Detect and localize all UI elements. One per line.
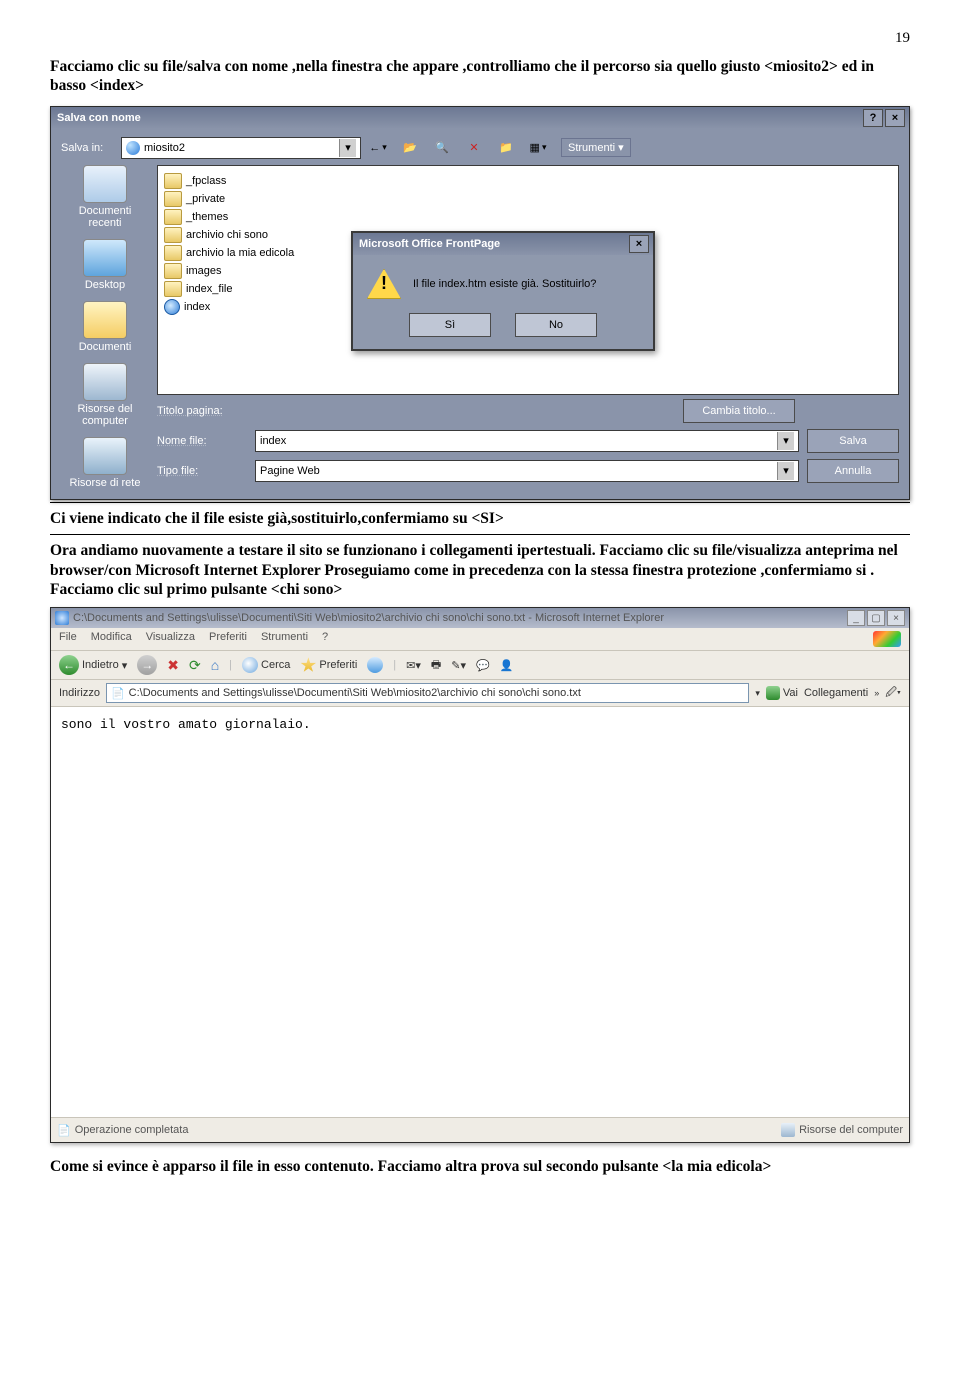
paragraph-4: Come si evince è apparso il file in esso… <box>50 1157 910 1176</box>
dialog-titlebar: Salva con nome ? × <box>51 107 909 129</box>
cancel-button[interactable]: Annulla <box>807 459 899 483</box>
save-as-dialog: Salva con nome ? × Salva in: miosito2 ▾ … <box>50 106 910 500</box>
ie-toolbar: ←Indietro ▾ → ✖ ⟳ ⌂ | Cerca Preferiti | … <box>51 651 909 680</box>
page-title-label: Titolo pagina: <box>157 405 247 417</box>
extra-dropdown-icon[interactable]: 🖉▾ <box>885 684 901 703</box>
refresh-icon[interactable]: ⟳ <box>189 657 201 674</box>
file-name-input[interactable]: index▾ <box>255 430 799 452</box>
favorites-button[interactable]: Preferiti <box>300 657 357 673</box>
page-number: 19 <box>50 30 910 47</box>
views-icon[interactable]: ▦▾ <box>529 139 547 157</box>
chevron-down-icon[interactable]: ▾ <box>339 139 356 157</box>
save-in-label: Salva in: <box>61 142 113 154</box>
change-title-button[interactable]: Cambia titolo... <box>683 399 795 423</box>
menu-tools[interactable]: Strumenti <box>261 631 308 647</box>
menu-fav[interactable]: Preferiti <box>209 631 247 647</box>
discussion-icon[interactable]: 💬 <box>476 659 490 672</box>
save-in-row: Salva in: miosito2 ▾ ←▾ 📂 🔍 ✕ 📁 ▦▾ Strum… <box>61 137 899 159</box>
folder-icon <box>164 227 182 243</box>
paragraph-2: Ci viene indicato che il file esiste già… <box>50 509 910 528</box>
save-in-value: miosito2 <box>144 142 185 154</box>
page-content-text: sono il vostro amato giornalaio. <box>61 717 311 732</box>
search-toolbar-icon[interactable]: 🔍 <box>433 139 451 157</box>
ie-status-bar: 📄 Operazione completata Risorse del comp… <box>51 1117 909 1142</box>
print-icon[interactable]: 🖶 <box>431 656 441 675</box>
address-label: Indirizzo <box>59 687 100 699</box>
ie-address-bar: Indirizzo 📄 C:\Documents and Settings\ul… <box>51 680 909 707</box>
paragraph-1: Facciamo clic su file/salva con nome ,ne… <box>50 57 910 96</box>
place-network[interactable]: Risorse di rete <box>61 437 149 489</box>
minimize-icon[interactable]: _ <box>847 610 865 626</box>
confirm-overwrite-dialog: Microsoft Office FrontPage × ! Il file i… <box>351 231 655 351</box>
place-documents[interactable]: Documenti <box>61 301 149 353</box>
folder-icon <box>164 209 182 225</box>
list-item[interactable]: _fpclass <box>164 172 892 190</box>
save-in-combo[interactable]: miosito2 ▾ <box>121 137 361 159</box>
home-icon[interactable]: ⌂ <box>211 657 219 673</box>
warning-icon: ! <box>367 269 401 299</box>
up-folder-icon[interactable]: 📂 <box>401 139 419 157</box>
chevron-down-icon[interactable]: ▾ <box>777 462 794 480</box>
place-desktop[interactable]: Desktop <box>61 239 149 291</box>
media-icon[interactable] <box>367 657 383 673</box>
confirm-message: Il file index.htm esiste già. Sostituirl… <box>413 278 596 290</box>
ie-window: C:\Documents and Settings\ulisse\Documen… <box>50 607 910 1143</box>
folder-icon <box>164 191 182 207</box>
edit-icon[interactable]: ✎▾ <box>451 659 466 672</box>
menu-edit[interactable]: Modifica <box>91 631 132 647</box>
file-name-label: Nome file: <box>157 435 247 447</box>
folder-icon <box>164 263 182 279</box>
ie-titlebar: C:\Documents and Settings\ulisse\Documen… <box>51 608 909 628</box>
address-input[interactable]: 📄 C:\Documents and Settings\ulisse\Docum… <box>106 683 749 703</box>
menu-file[interactable]: File <box>59 631 77 647</box>
close-icon[interactable]: × <box>629 235 649 253</box>
links-label[interactable]: Collegamenti <box>804 687 868 699</box>
toolbar-icons: ←▾ 📂 🔍 ✕ 📁 ▦▾ Strumenti ▾ <box>369 138 631 157</box>
place-recent[interactable]: Documenti recenti <box>61 165 149 229</box>
ie-content-area: sono il vostro amato giornalaio. <box>51 707 909 1117</box>
ie-file-icon <box>164 299 180 315</box>
chevron-down-icon[interactable]: ▾ <box>777 432 794 450</box>
place-computer[interactable]: Risorse del computer <box>61 363 149 427</box>
confirm-title: Microsoft Office FrontPage <box>357 238 627 250</box>
menu-help[interactable]: ? <box>322 631 328 647</box>
close-icon[interactable]: × <box>885 109 905 127</box>
ie-title-text: C:\Documents and Settings\ulisse\Documen… <box>73 612 847 624</box>
dialog-title: Salva con nome <box>55 112 861 124</box>
help-icon[interactable]: ? <box>863 109 883 127</box>
status-zone: Risorse del computer <box>799 1124 903 1136</box>
list-item[interactable]: _themes <box>164 208 892 226</box>
no-button[interactable]: No <box>515 313 597 337</box>
file-type-label: Tipo file: <box>157 465 247 477</box>
back-button[interactable]: ←Indietro ▾ <box>59 655 127 675</box>
maximize-icon[interactable]: ▢ <box>867 610 885 626</box>
status-text: Operazione completata <box>75 1124 189 1136</box>
globe-icon <box>126 141 140 155</box>
ie-icon <box>55 611 69 625</box>
search-button[interactable]: Cerca <box>242 657 290 673</box>
tools-menu-button[interactable]: Strumenti ▾ <box>561 138 631 157</box>
folder-icon <box>164 281 182 297</box>
folder-icon <box>164 245 182 261</box>
save-button[interactable]: Salva <box>807 429 899 453</box>
list-item[interactable]: _private <box>164 190 892 208</box>
menu-view[interactable]: Visualizza <box>146 631 195 647</box>
places-bar: Documenti recenti Desktop Documenti Riso… <box>61 165 149 489</box>
yes-button[interactable]: Sì <box>409 313 491 337</box>
folder-icon <box>164 173 182 189</box>
go-button[interactable]: Vai <box>766 686 798 700</box>
windows-flag-icon <box>873 631 901 647</box>
ie-menubar: File Modifica Visualizza Preferiti Strum… <box>51 628 909 651</box>
zone-icon <box>781 1123 795 1137</box>
file-type-combo[interactable]: Pagine Web▾ <box>255 460 799 482</box>
back-arrow-icon[interactable]: ←▾ <box>369 139 387 157</box>
paragraph-3: Ora andiamo nuovamente a testare il sito… <box>50 541 910 599</box>
stop-icon[interactable]: ✖ <box>167 657 179 674</box>
new-folder-icon[interactable]: 📁 <box>497 139 515 157</box>
delete-icon[interactable]: ✕ <box>465 139 483 157</box>
mail-icon[interactable]: ✉▾ <box>406 659 421 672</box>
forward-button[interactable]: → <box>137 655 157 675</box>
close-icon[interactable]: × <box>887 610 905 626</box>
messenger-icon[interactable]: 👤 <box>500 659 514 672</box>
